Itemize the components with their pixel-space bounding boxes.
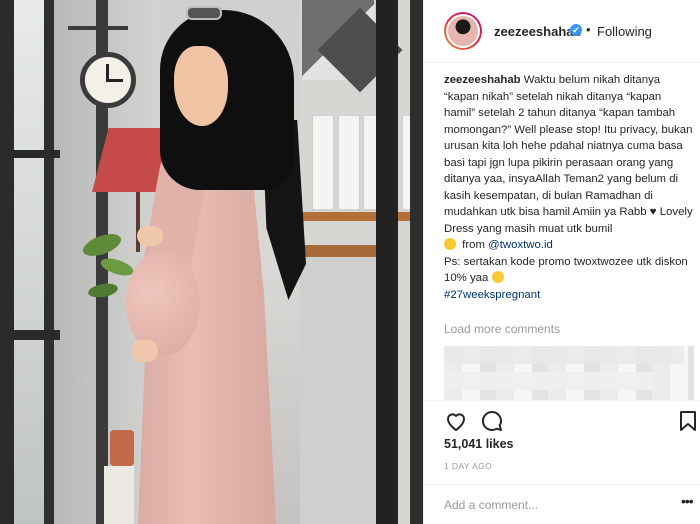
blurred-comment-line bbox=[444, 372, 654, 390]
sunglasses bbox=[186, 6, 222, 20]
load-more-comments-button[interactable]: Load more comments bbox=[444, 322, 560, 336]
window-frame bbox=[0, 0, 14, 524]
speech-bubble-icon[interactable] bbox=[480, 409, 504, 433]
heart-outline-icon[interactable] bbox=[444, 409, 468, 433]
caption-promo-text: Ps: sertakan kode promo twoxtwozee utk d… bbox=[444, 255, 688, 285]
face bbox=[174, 46, 228, 126]
post-caption: zeezeeshahab Waktu belum nikah ditanya “… bbox=[444, 72, 694, 303]
caption-text: Waktu belum nikah ditanya “kapan nikah” … bbox=[444, 74, 693, 218]
avatar-ring bbox=[446, 14, 480, 48]
hashtag-link[interactable]: #27weekspregnant bbox=[444, 289, 540, 301]
flower-pot bbox=[104, 466, 134, 524]
post-timestamp: 1 DAY AGO bbox=[444, 461, 493, 471]
post-photo[interactable] bbox=[0, 0, 423, 524]
mention-link[interactable]: @twoxtwo.id bbox=[488, 239, 553, 251]
smiling-emoji-icon bbox=[491, 271, 504, 283]
clock-bracket bbox=[68, 26, 128, 30]
wooden-shelf bbox=[296, 212, 423, 221]
likes-count[interactable]: 51,041 likes bbox=[444, 437, 514, 451]
following-button[interactable]: Following bbox=[597, 24, 652, 39]
more-options-icon[interactable]: ••• bbox=[681, 493, 694, 509]
grinning-emoji-icon bbox=[444, 238, 456, 250]
header-username[interactable]: zeezeeshahab bbox=[494, 24, 581, 39]
post-side-panel: zeezeeshahab ✔ • Following zeezeeshahab … bbox=[423, 0, 700, 524]
post-header: zeezeeshahab ✔ • Following bbox=[424, 0, 700, 63]
caption-from: from bbox=[459, 239, 489, 251]
book bbox=[338, 115, 360, 210]
flower-pot-plant bbox=[110, 430, 134, 466]
book bbox=[312, 115, 334, 210]
add-comment-input[interactable] bbox=[444, 495, 674, 515]
bookmark-icon[interactable] bbox=[676, 409, 700, 433]
window-frame bbox=[410, 0, 423, 524]
avatar[interactable] bbox=[444, 12, 482, 50]
window-frame bbox=[0, 150, 60, 158]
avatar-image bbox=[448, 16, 478, 46]
clock-hand bbox=[107, 79, 123, 82]
window-glass bbox=[14, 0, 44, 524]
window-frame bbox=[376, 0, 398, 524]
heart-emoji: ♥ bbox=[649, 206, 657, 218]
wall-background bbox=[300, 257, 376, 524]
window-frame bbox=[44, 0, 54, 524]
hand bbox=[137, 226, 163, 246]
caption-username[interactable]: zeezeeshahab bbox=[444, 74, 521, 86]
verified-badge-icon: ✔ bbox=[570, 24, 582, 36]
separator-dot: • bbox=[586, 22, 591, 37]
hand bbox=[132, 340, 158, 362]
post-actions bbox=[424, 400, 700, 440]
window-frame bbox=[0, 330, 60, 340]
blurred-comment-line bbox=[444, 346, 684, 364]
comment-bar: ••• bbox=[424, 484, 700, 524]
